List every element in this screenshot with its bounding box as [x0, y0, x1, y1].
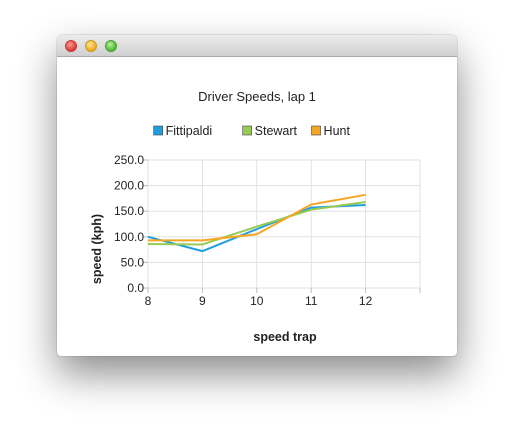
- legend-swatch-hunt: [311, 125, 321, 136]
- x-tick-label: 12: [359, 294, 373, 308]
- legend-label-fittipaldi: Fittipaldi: [166, 124, 213, 138]
- y-axis-label: speed (kph): [90, 214, 104, 284]
- app-window: Driver Speeds, lap 1 Fittipaldi Stewart Hu…: [57, 35, 457, 356]
- x-tick-label: 11: [305, 294, 318, 308]
- chart-legend: Fittipaldi Stewart Hunt: [153, 124, 351, 138]
- y-tick-label: 150.0: [114, 204, 144, 218]
- x-tick-label: 9: [199, 294, 206, 308]
- y-tick-label: 250.0: [114, 153, 144, 167]
- chart-grid: [147, 159, 421, 289]
- y-tick-label: 200.0: [114, 179, 144, 193]
- x-axis-label: speed trap: [253, 330, 317, 344]
- x-tick-label: 10: [250, 294, 264, 308]
- legend-swatch-stewart: [242, 125, 252, 136]
- line-chart: Driver Speeds, lap 1 Fittipaldi Stewart Hu…: [90, 89, 421, 344]
- x-tick-label: 8: [145, 294, 152, 308]
- close-window-button[interactable]: [65, 40, 77, 52]
- legend-label-stewart: Stewart: [255, 124, 298, 138]
- y-tick-label: 0.0: [127, 281, 144, 295]
- zoom-window-button[interactable]: [105, 40, 117, 52]
- chart-title: Driver Speeds, lap 1: [198, 89, 316, 104]
- chart-area: Driver Speeds, lap 1 Fittipaldi Stewart Hu…: [57, 57, 457, 356]
- legend-label-hunt: Hunt: [324, 124, 351, 138]
- y-axis-ticks: 0.0 50.0 100.0 150.0 200.0 250.0: [114, 153, 148, 295]
- y-tick-label: 100.0: [114, 230, 144, 244]
- legend-swatch-fittipaldi: [153, 125, 163, 136]
- minimize-window-button[interactable]: [85, 40, 97, 52]
- y-tick-label: 50.0: [121, 255, 145, 269]
- title-bar: [57, 35, 457, 57]
- x-axis-ticks: 8 9 10 11 12: [145, 288, 421, 308]
